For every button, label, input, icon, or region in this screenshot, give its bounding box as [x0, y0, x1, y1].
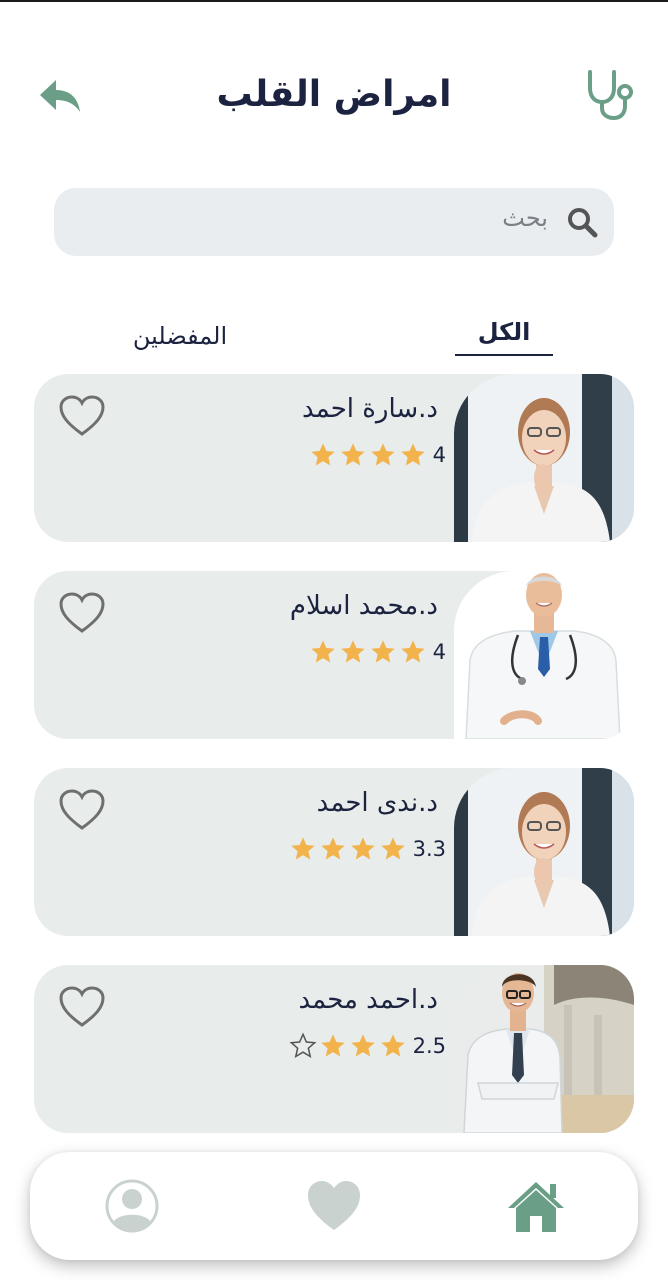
rating: 4: [309, 440, 446, 470]
tab-favorites[interactable]: المفضلين: [110, 322, 250, 350]
star-filled-icon: [350, 837, 375, 860]
search-placeholder: بحث: [502, 204, 548, 232]
heart-outline-icon: [59, 592, 105, 633]
bottom-navigation: [30, 1152, 638, 1260]
nav-profile-button[interactable]: [102, 1178, 162, 1234]
heart-outline-icon: [59, 789, 105, 830]
favorite-button[interactable]: [58, 985, 106, 1029]
male-young-doctor-photo: [454, 965, 634, 1133]
star-filled-icon: [370, 640, 395, 663]
search-input[interactable]: بحث: [54, 188, 614, 256]
star-filled-icon: [400, 443, 425, 466]
user-icon: [105, 1179, 159, 1233]
rating: 3.3: [289, 834, 446, 864]
female-doctor-photo: [454, 768, 634, 936]
star-filled-icon: [380, 837, 405, 860]
rating-value: 4: [432, 443, 446, 467]
heart-outline-icon: [59, 986, 105, 1027]
doctor-card[interactable]: د.محمد اسلام 4: [34, 571, 634, 739]
rating-value: 3.3: [412, 837, 446, 861]
star-filled-icon: [290, 837, 315, 860]
star-filled-icon: [320, 1034, 345, 1057]
star-filled-icon: [310, 443, 335, 466]
nav-home-button[interactable]: [506, 1178, 566, 1234]
doctor-card[interactable]: د.احمد محمد 2.5: [34, 965, 634, 1133]
doctor-name: د.محمد اسلام: [289, 591, 438, 621]
tab-all[interactable]: الكل: [454, 318, 554, 346]
nav-favorites-button[interactable]: [304, 1178, 364, 1234]
doctor-name: د.ندى احمد: [316, 788, 438, 818]
stethoscope-icon: [584, 68, 634, 121]
rating: 2.5: [289, 1031, 446, 1061]
doctor-name: د.احمد محمد: [298, 985, 438, 1015]
rating-value: 4: [432, 640, 446, 664]
star-filled-icon: [400, 640, 425, 663]
home-icon: [508, 1182, 564, 1232]
star-empty-icon: [289, 1032, 317, 1059]
search-icon: [568, 208, 598, 238]
page-title: امراض القلب: [216, 74, 452, 115]
rating: 4: [309, 637, 446, 667]
doctor-name: د.سارة احمد: [302, 394, 438, 424]
doctor-card[interactable]: د.ندى احمد 3.3: [34, 768, 634, 936]
star-filled-icon: [340, 640, 365, 663]
star-filled-icon: [370, 443, 395, 466]
header: امراض القلب: [0, 60, 668, 140]
doctor-card[interactable]: د.سارة احمد 4: [34, 374, 634, 542]
favorite-button[interactable]: [58, 591, 106, 635]
female-doctor-photo: [454, 374, 634, 542]
star-filled-icon: [320, 837, 345, 860]
favorite-button[interactable]: [58, 788, 106, 832]
star-filled-icon: [340, 443, 365, 466]
star-filled-icon: [380, 1034, 405, 1057]
favorite-button[interactable]: [58, 394, 106, 438]
active-tab-indicator: [455, 354, 553, 356]
star-filled-icon: [350, 1034, 375, 1057]
top-edge-line: [0, 0, 668, 2]
star-filled-icon: [310, 640, 335, 663]
heart-icon: [308, 1181, 360, 1230]
heart-outline-icon: [59, 395, 105, 436]
male-senior-doctor-photo: [454, 571, 634, 739]
rating-value: 2.5: [412, 1034, 446, 1058]
